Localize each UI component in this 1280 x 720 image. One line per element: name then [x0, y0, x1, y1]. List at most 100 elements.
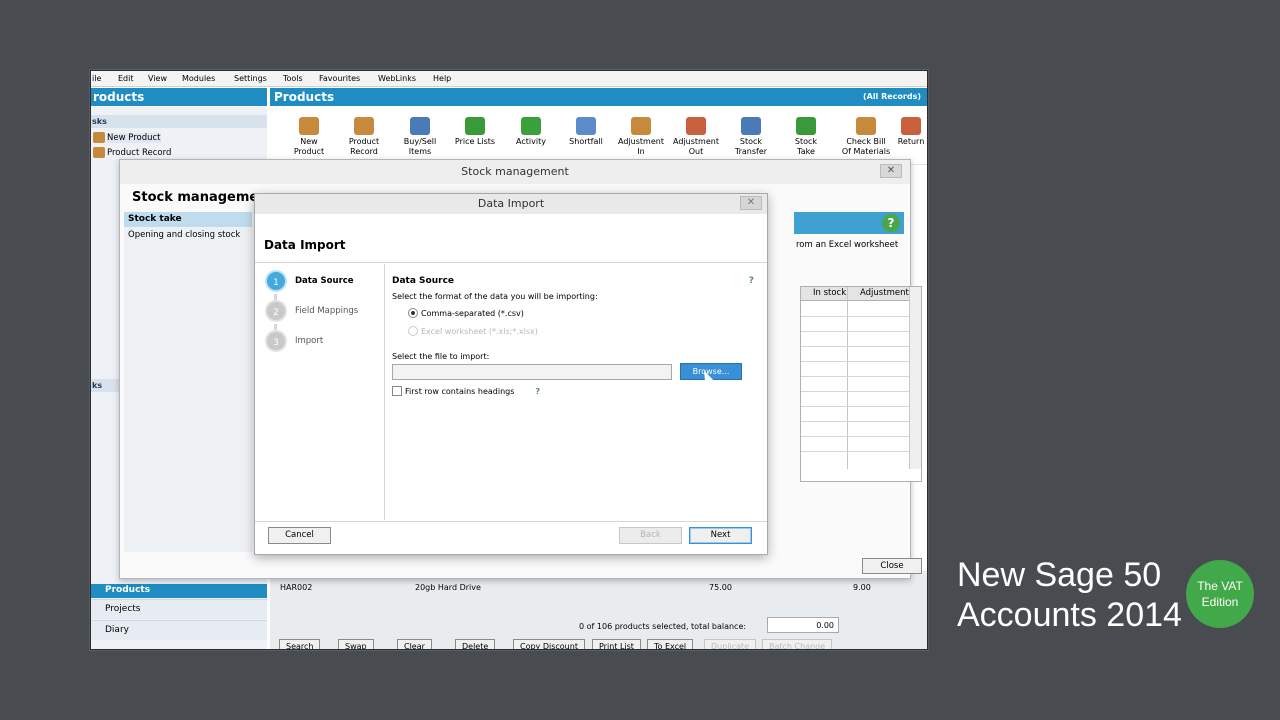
first-row-headings-option[interactable]: First row contains headings ? [392, 386, 540, 396]
brand-title: New Sage 50 Accounts 2014 [957, 555, 1182, 635]
grid-scrollbar[interactable] [909, 287, 921, 469]
sidebar-item-new-product[interactable]: New Product [93, 132, 161, 143]
vat-edition-badge: The VAT Edition [1186, 560, 1254, 628]
nav-projects[interactable]: Projects [91, 599, 267, 619]
copy-discount-button[interactable]: Copy Discount [513, 639, 585, 649]
stock-grid: In stock Adjustment [800, 286, 922, 482]
help-icon[interactable]: ? [749, 276, 754, 286]
brand-line-2: Accounts 2014 [957, 596, 1182, 634]
grid-divider [801, 406, 909, 407]
menu-favourites[interactable]: Favourites [319, 74, 360, 83]
adjustment-out-icon [686, 117, 706, 135]
activity-icon [521, 117, 541, 135]
menu-modules[interactable]: Modules [182, 74, 215, 83]
help-icon[interactable]: ? [882, 214, 900, 232]
price-lists-icon [465, 117, 485, 135]
print-list-button[interactable]: Print List [592, 639, 641, 649]
menu-file[interactable]: ile [92, 74, 101, 83]
section-title: Data Source [392, 276, 455, 286]
clear-button[interactable]: Clear [397, 639, 432, 649]
search-button[interactable]: Search [279, 639, 321, 649]
grid-divider [801, 376, 909, 377]
stock-management-section-bar: ? [794, 212, 904, 234]
divider [255, 521, 767, 522]
batch-change-button[interactable]: Batch Change [762, 639, 833, 649]
menu-edit[interactable]: Edit [118, 74, 134, 83]
swap-button[interactable]: Swap [338, 639, 374, 649]
toolbar-adjustment-out-button[interactable]: Adjustment Out [669, 117, 723, 157]
radio-button[interactable] [408, 308, 418, 318]
data-import-dialog: Data Import ✕ Data Import 1 Data Source … [254, 193, 768, 555]
data-import-titlebar: Data Import [255, 194, 767, 214]
delete-button[interactable]: Delete [455, 639, 496, 649]
next-button[interactable]: Next [689, 527, 752, 544]
grid-header-in-stock: In stock [813, 288, 847, 298]
main-header: Products (All Records) [270, 88, 927, 106]
menu-help[interactable]: Help [433, 74, 451, 83]
to-excel-button[interactable]: To Excel [647, 639, 694, 649]
toolbar-shortfall-button[interactable]: Shortfall [559, 117, 613, 147]
toolbar-activity-button[interactable]: Activity [504, 117, 558, 147]
file-path-input[interactable] [392, 364, 672, 380]
headings-checkbox[interactable] [392, 386, 402, 396]
adjustment-in-icon [631, 117, 651, 135]
stock-take-icon [796, 117, 816, 135]
cancel-button[interactable]: Cancel [268, 527, 331, 544]
toolbar-stock-take-button[interactable]: Stock Take [779, 117, 833, 157]
menu-weblinks[interactable]: WebLinks [378, 74, 416, 83]
data-import-heading: Data Import [264, 238, 346, 252]
stock-management-close-icon[interactable]: ✕ [880, 164, 902, 178]
back-button[interactable]: Back [619, 527, 682, 544]
brand-line-1: New Sage 50 [957, 556, 1162, 594]
sage-app-window: ile Edit View Modules Settings Tools Fav… [90, 70, 928, 650]
step-data-source: 1 Data Source [265, 270, 354, 292]
nav-opening-closing-stock[interactable]: Opening and closing stock [124, 228, 252, 242]
nav-products[interactable]: Products [91, 584, 267, 598]
nav-diary[interactable]: Diary [91, 620, 267, 640]
radio-excel[interactable]: Excel worksheet (*.xls;*.xlsx) [408, 326, 538, 336]
sidebar-header: roducts [91, 88, 267, 106]
toolbar-check-bom-button[interactable]: Check Bill Of Materials [834, 117, 898, 157]
stock-management-titlebar: Stock management [120, 160, 910, 184]
radio-csv[interactable]: Comma-separated (*.csv) [408, 308, 524, 318]
menu-tools[interactable]: Tools [283, 74, 303, 83]
stock-management-nav: Stock take Opening and closing stock [124, 212, 252, 552]
grid-divider [847, 287, 848, 469]
grid-divider [801, 421, 909, 422]
toolbar-return-button[interactable]: Return [894, 117, 927, 147]
product-record-icon [354, 117, 374, 135]
shortfall-icon [576, 117, 596, 135]
toolbar-buy-sell-button[interactable]: Buy/Sell Items [393, 117, 447, 157]
stock-grid-header: In stock Adjustment [801, 287, 909, 301]
toolbar-stock-transfer-button[interactable]: Stock Transfer [724, 117, 778, 157]
file-prompt: Select the file to import: [392, 352, 490, 361]
duplicate-button[interactable]: Duplicate [704, 639, 757, 649]
stock-management-heading: Stock manageme [132, 190, 259, 205]
menu-settings[interactable]: Settings [234, 74, 267, 83]
records-filter[interactable]: (All Records) [863, 92, 921, 101]
step-import: 3 Import [265, 330, 323, 352]
nav-stock-take[interactable]: Stock take [124, 212, 252, 227]
product-icon [93, 132, 105, 143]
balance-field: 0.00 [767, 617, 839, 633]
menu-view[interactable]: View [148, 74, 167, 83]
grid-divider [801, 391, 909, 392]
selection-status: 0 of 106 products selected, total balanc… [579, 622, 747, 631]
close-button[interactable]: Close [862, 558, 922, 574]
toolbar-adjustment-in-button[interactable]: Adjustment In [614, 117, 668, 157]
wizard-steps: 1 Data Source 2 Field Mappings 3 Import [259, 264, 385, 520]
new-product-icon [299, 117, 319, 135]
product-record-icon [93, 147, 105, 158]
step-field-mappings: 2 Field Mappings [265, 300, 358, 322]
help-icon[interactable]: ? [535, 387, 540, 396]
grid-divider [801, 436, 909, 437]
grid-divider [801, 361, 909, 362]
data-source-panel: Data Source ? Select the format of the d… [386, 264, 764, 520]
toolbar-product-record-button[interactable]: Product Record [337, 117, 391, 157]
sidebar-item-product-record[interactable]: Product Record [93, 147, 171, 158]
radio-button[interactable] [408, 326, 418, 336]
data-import-close-icon[interactable]: ✕ [740, 196, 762, 210]
grid-divider [801, 316, 909, 317]
toolbar-price-lists-button[interactable]: Price Lists [448, 117, 502, 147]
toolbar-new-product-button[interactable]: New Product [282, 117, 336, 157]
